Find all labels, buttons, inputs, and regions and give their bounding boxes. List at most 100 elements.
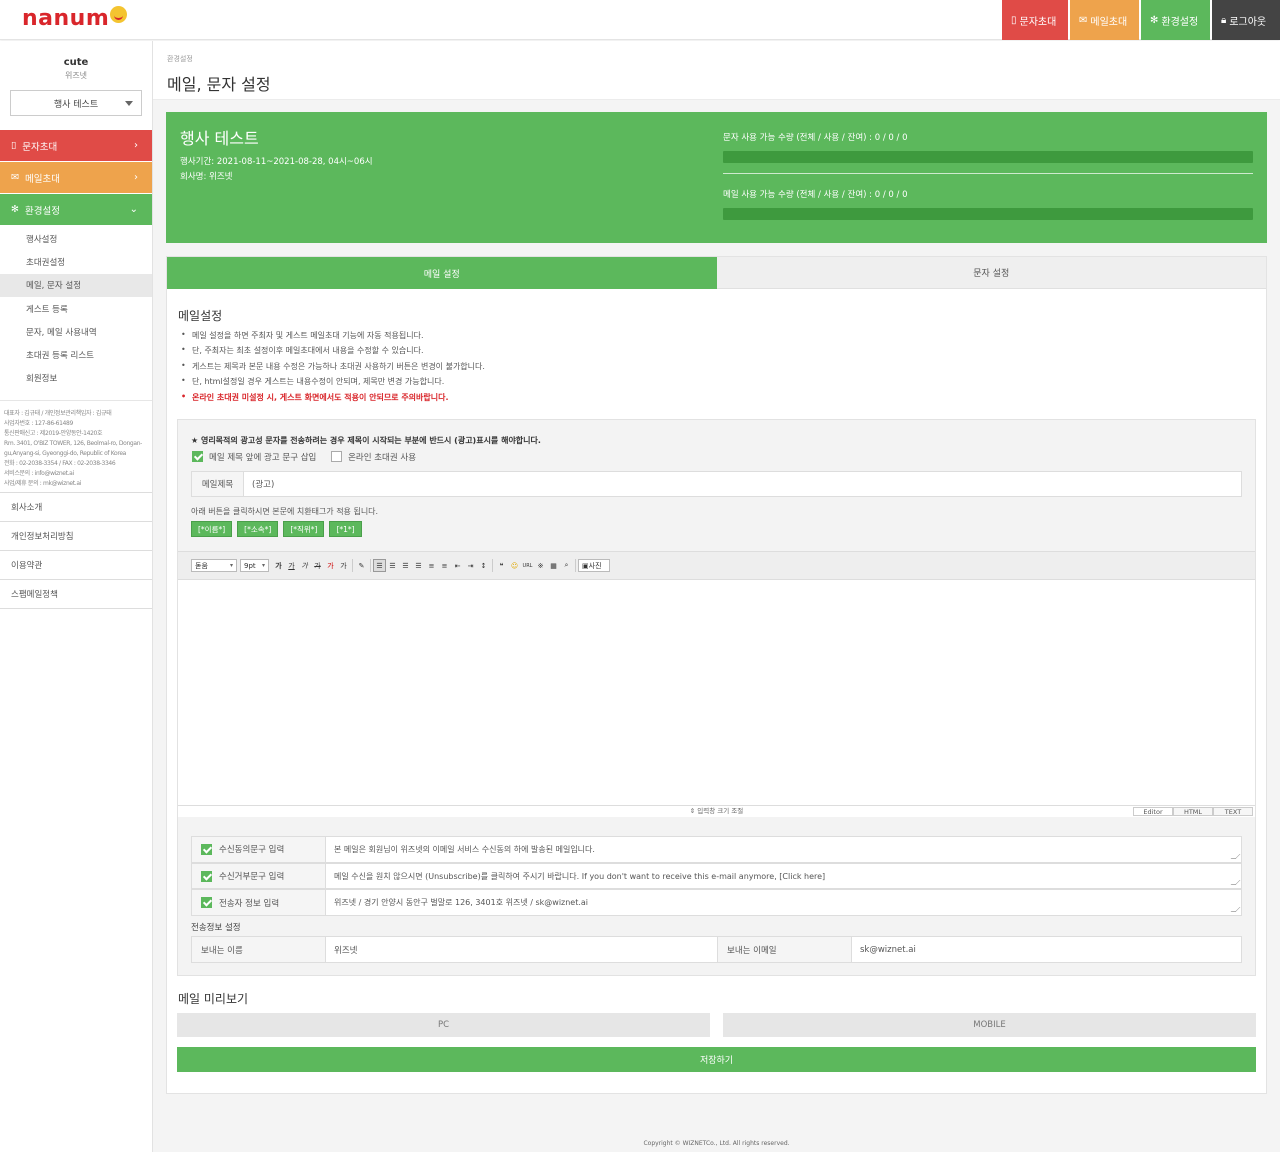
font-color-icon[interactable]: 가: [324, 559, 337, 572]
logout-button[interactable]: 🔒︎ 로그아웃: [1212, 0, 1280, 40]
sidebar-item-label: 문자초대: [22, 141, 58, 153]
event-select-value: 행사 테스트: [53, 99, 99, 110]
dropdown-arrow-icon: ▾: [261, 562, 265, 569]
ordered-list-icon[interactable]: ≡: [425, 559, 438, 572]
top-mail-invite-button[interactable]: ✉ 메일초대: [1070, 0, 1139, 40]
preview-mobile-button[interactable]: MOBILE: [723, 1013, 1256, 1037]
underline-icon[interactable]: 가: [285, 559, 298, 572]
company-info-line: gu,Anyang-si, Gyeonggi-do, Republic of K…: [4, 450, 126, 458]
align-justify-icon[interactable]: ☰: [412, 559, 425, 572]
logo-smile-icon: [110, 6, 128, 23]
align-right-icon[interactable]: ☰: [399, 559, 412, 572]
link-icon[interactable]: URL: [521, 559, 534, 572]
consent-text-checkbox[interactable]: [201, 843, 212, 855]
strikethrough-icon[interactable]: 가: [311, 559, 324, 572]
bullet-list-icon[interactable]: ≡: [438, 559, 451, 572]
sender-info-textarea[interactable]: 위즈넷 / 경기 안양시 동안구 벌말로 126, 3401호 위즈넷 / sk…: [326, 890, 1241, 915]
event-select[interactable]: 행사 테스트: [10, 90, 142, 116]
top-settings-button[interactable]: ✻ 환경설정: [1141, 0, 1210, 40]
sidebar-item-mail-invite[interactable]: ✉ 메일초대 ›: [0, 162, 152, 193]
company-info-line: 사업/제휴 문의 : mk@wiznet.ai: [4, 480, 81, 488]
quote-icon[interactable]: ❝: [495, 559, 508, 572]
consent-text-label: 수신동의문구 입력: [219, 845, 285, 856]
sidebar-item-sms-invite[interactable]: ▯ 문자초대 ›: [0, 130, 152, 161]
ad-prefix-checkbox[interactable]: [192, 451, 203, 462]
company-info-line: 대표자 : 김규태 / 개인정보관리책임자 : 김규태: [4, 410, 112, 418]
tab-mail-settings[interactable]: 메일 설정: [167, 257, 717, 289]
mail-quota: 메일 사용 가능 수량 (전체 / 사용 / 잔여) : 0 / 0 / 0: [723, 188, 1253, 220]
submenu-member-info[interactable]: 회원정보: [0, 367, 152, 390]
find-icon[interactable]: ⌕: [560, 559, 573, 572]
tag-position-button[interactable]: [*직위*]: [283, 521, 325, 537]
sender-email-input[interactable]: sk@wiznet.ai: [852, 937, 1241, 962]
toolbar-separator: [352, 559, 353, 572]
mode-text-tab[interactable]: TEXT: [1213, 807, 1253, 816]
indent-icon[interactable]: ⇥: [464, 559, 477, 572]
settings-submenu: 행사설정 초대권설정 메일, 문자 설정 게스트 등록 문자, 메일 사용내역 …: [0, 227, 152, 390]
submenu-mail-sms-settings[interactable]: 메일, 문자 설정: [0, 273, 152, 297]
font-family-select[interactable]: 돋움 ▾: [191, 559, 237, 572]
align-center-icon[interactable]: ☰: [386, 559, 399, 572]
tag-affiliation-button[interactable]: [*소속*]: [237, 521, 279, 537]
subject-input[interactable]: (광고): [244, 472, 274, 496]
sender-name-input[interactable]: 위즈넷: [326, 937, 718, 962]
chevron-right-icon: ›: [134, 172, 138, 183]
italic-icon[interactable]: 가: [298, 559, 311, 572]
sidebar-menu: ▯ 문자초대 › ✉ 메일초대 › ✻ 환경설정 ⌄: [0, 130, 152, 225]
outdent-icon[interactable]: ⇤: [451, 559, 464, 572]
company-info-line: 서비스문의 : info@wiznet.ai: [4, 470, 74, 478]
preview-pc-button[interactable]: PC: [177, 1013, 710, 1037]
dropdown-arrow-icon: ▾: [229, 562, 233, 569]
logo-text: nanum: [22, 6, 110, 31]
highlight-icon[interactable]: ✎: [355, 559, 368, 572]
submenu-event-settings[interactable]: 행사설정: [0, 227, 152, 250]
logo[interactable]: nanum: [22, 6, 128, 31]
editor-toolbar: 돋움 ▾ 9pt ▾ 가 가 가 가 가 가 ✎ ☰ ☰ ☰ ☰ ≡ ≡ ⇤ ⇥ ↕: [178, 551, 1255, 580]
note-item: 게스트는 제목과 본문 내용 수정은 가능하나 초대권 사용하기 버튼은 변경이…: [181, 361, 485, 376]
envelope-icon: ✉: [1079, 14, 1088, 26]
mobile-phone-icon: ▯: [11, 140, 17, 151]
replace-tags: [*이름*] [*소속*] [*직위*] [*1*]: [191, 521, 367, 537]
submenu-usage-history[interactable]: 문자, 메일 사용내역: [0, 320, 152, 343]
sidebar: cute 위즈넷 행사 테스트 ▯ 문자초대 › ✉ 메일초대 › ✻ 환경설정 ⌄ 행사설…: [0, 41, 153, 1152]
unsubscribe-text-checkbox[interactable]: [201, 870, 212, 882]
photo-button[interactable]: ▣ 사진: [578, 559, 610, 572]
link-terms[interactable]: 이용약관: [0, 551, 152, 581]
mail-footer-options: 수신동의문구 입력 본 메일은 회원님이 위즈넷의 이메일 서비스 수신동의 하…: [191, 836, 1242, 917]
save-button[interactable]: 저장하기: [177, 1047, 1256, 1072]
link-company-intro[interactable]: 회사소개: [0, 493, 152, 523]
link-privacy-policy[interactable]: 개인정보처리방침: [0, 522, 152, 552]
line-height-icon[interactable]: ↕: [477, 559, 490, 572]
mail-quota-label: 메일 사용 가능 수량 (전체 / 사용 / 잔여) : 0 / 0 / 0: [723, 190, 908, 200]
bold-icon[interactable]: 가: [272, 559, 285, 572]
preview-buttons: PC MOBILE: [177, 1013, 1256, 1037]
tag-1-button[interactable]: [*1*]: [329, 521, 362, 537]
editor-resize-handle[interactable]: ⇕ 입력창 크기 조절: [178, 806, 1255, 817]
mode-html-tab[interactable]: HTML: [1173, 807, 1213, 816]
gear-icon: ✻: [1150, 14, 1159, 26]
top-sms-invite-button[interactable]: ▯ 문자초대: [1002, 0, 1068, 40]
unsubscribe-text-textarea[interactable]: 메일 수신을 원치 않으시면 (Unsubscribe)를 클릭하여 주시기 바…: [326, 864, 1241, 889]
submenu-ticket-settings[interactable]: 초대권설정: [0, 250, 152, 273]
submenu-ticket-list[interactable]: 초대권 등록 리스트: [0, 343, 152, 366]
tag-name-button[interactable]: [*이름*]: [191, 521, 233, 537]
online-ticket-checkbox[interactable]: [331, 451, 343, 462]
link-spam-policy[interactable]: 스팸메일정책: [0, 580, 152, 610]
bg-color-icon[interactable]: 가: [337, 559, 350, 572]
align-left-icon[interactable]: ☰: [373, 559, 386, 572]
table-icon[interactable]: ▦: [547, 559, 560, 572]
mail-body-editor[interactable]: [178, 580, 1255, 806]
consent-text-textarea[interactable]: 본 메일은 회원님이 위즈넷의 이메일 서비스 수신동의 하에 발송된 메일입니…: [326, 837, 1241, 862]
submenu-guest-register[interactable]: 게스트 등록: [0, 297, 152, 320]
tab-sms-settings[interactable]: 문자 설정: [716, 257, 1266, 289]
sender-info-label-cell: 전송자 정보 입력: [192, 890, 326, 916]
font-size-select[interactable]: 9pt ▾: [240, 559, 269, 572]
top-settings-label: 환경설정: [1161, 16, 1199, 28]
mode-editor-tab[interactable]: Editor: [1133, 807, 1173, 816]
sidebar-item-settings[interactable]: ✻ 환경설정 ⌄: [0, 194, 152, 225]
emoticon-icon[interactable]: ☺: [508, 559, 521, 572]
sender-info-checkbox[interactable]: [201, 897, 212, 909]
company-info-line: 전화 : 02-2038-3354 / FAX : 02-2038-3346: [4, 460, 116, 468]
special-char-icon[interactable]: ※: [534, 559, 547, 572]
subject-label: 메일제목: [192, 472, 244, 496]
